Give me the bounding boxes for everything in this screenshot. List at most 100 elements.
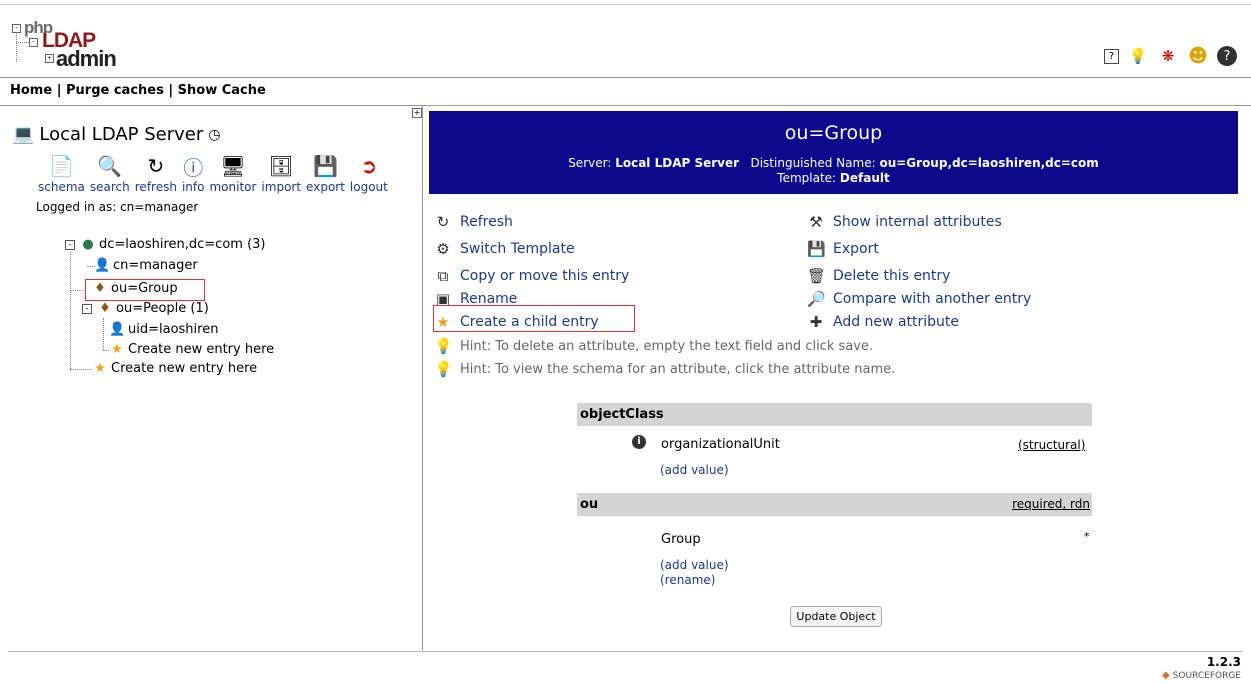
attr-header-ou[interactable]: ou required, rdn (577, 493, 1092, 516)
tree-node-group[interactable]: ♦ ou=Group (92, 281, 178, 296)
tree-box-icon: - (29, 38, 38, 47)
sourceforge-logo[interactable]: ◆ SOURCEFORGE (1162, 670, 1241, 681)
required-star: * (1084, 530, 1090, 543)
ou-value-input[interactable]: Group (661, 532, 701, 547)
toolbar-export[interactable]: 💾 export (306, 152, 345, 194)
search-icon: 🔍 (97, 154, 123, 178)
monitor-icon: 🖥 (220, 154, 246, 178)
tree-box-icon: + (45, 54, 54, 63)
toolbar-info[interactable]: ⓘ info (182, 152, 205, 195)
action-label: Create a child entry (460, 314, 599, 330)
toolbar-label: search (89, 180, 130, 194)
home-link[interactable]: Home (10, 83, 52, 98)
tree-node-label: Create new entry here (111, 361, 258, 376)
menu-bar: Home | Purge caches | Show Cache (0, 77, 1251, 106)
logout-icon: ➲ (360, 154, 378, 178)
tree-node-uid[interactable]: 👤 uid=laoshiren (109, 322, 218, 337)
tree-node-label: uid=laoshiren (128, 322, 219, 337)
info-icon[interactable]: i (632, 435, 646, 449)
schema-icon: 📄 (48, 154, 74, 178)
tree-node-label: cn=manager (113, 258, 198, 273)
toolbar-label: refresh (134, 180, 177, 194)
compare-action[interactable]: 🔎 Compare with another entry (807, 290, 1031, 308)
hint-text: Hint: To view the schema for an attribut… (460, 361, 896, 377)
switch-template-action[interactable]: ⚙ Switch Template (434, 240, 574, 258)
toolbar-refresh[interactable]: ↻ refresh (135, 152, 177, 194)
tree-node-label: ou=People (1) (116, 301, 209, 316)
help-icon[interactable]: ? (1104, 48, 1119, 64)
star-icon: ★ (436, 313, 450, 331)
attr-flags: required, rdn (1012, 493, 1090, 516)
structural-tag[interactable]: (structural) (1018, 438, 1085, 452)
star-icon: ★ (111, 342, 123, 357)
smiley-icon[interactable]: ☻ (1187, 45, 1209, 67)
export-action[interactable]: 💾 Export (807, 240, 879, 258)
hint-text: Hint: To delete an attribute, empty the … (460, 338, 874, 354)
toolbar-label: export (306, 180, 345, 194)
purge-caches-link[interactable]: Purge caches (66, 83, 164, 98)
update-object-button[interactable]: Update Object (790, 606, 882, 627)
rename-link[interactable]: (rename) (660, 573, 715, 587)
delete-action[interactable]: 🗑 Delete this entry (807, 267, 950, 285)
sourceforge-icon: ◆ (1161, 670, 1170, 681)
server-toolbar: 📄 schema 🔍 search ↻ refresh ⓘ info 🖥 monitor … (38, 152, 393, 194)
refresh-action[interactable]: ↻ Refresh (434, 213, 513, 231)
add-attribute-action[interactable]: ✚ Add new attribute (807, 313, 959, 331)
collapse-toggle-icon[interactable]: - (82, 303, 92, 314)
toolbar-logout[interactable]: ➲ logout (350, 152, 388, 194)
trash-icon: 🗑 (807, 267, 827, 285)
logo-admin: admin (56, 46, 117, 71)
server-title: 💻 Local LDAP Server ◷ (12, 124, 221, 145)
template-label: Template: (777, 171, 840, 185)
attr-name[interactable]: ou (580, 497, 598, 512)
info-icon: ⓘ (183, 155, 204, 180)
action-label: Compare with another entry (833, 291, 1032, 307)
toolbar-search[interactable]: 🔍 search (90, 152, 130, 194)
attr-header-objectclass[interactable]: objectClass (577, 403, 1092, 426)
entry-title: ou=Group (784, 122, 883, 144)
add-value-link[interactable]: (add value) (660, 558, 729, 572)
create-entry-outer[interactable]: ★ Create new entry here (92, 361, 257, 376)
collapse-toggle-icon[interactable]: - (65, 239, 75, 250)
top-divider (0, 4, 1251, 5)
info-question-icon[interactable]: ? (1217, 46, 1237, 66)
action-label: Add new attribute (833, 314, 960, 330)
show-cache-link[interactable]: Show Cache (178, 83, 266, 98)
clock-icon[interactable]: ◷ (208, 127, 220, 143)
group-icon: ♦ (94, 281, 106, 296)
template-icon: ⚙ (436, 240, 450, 258)
attr-name[interactable]: objectClass (580, 407, 664, 422)
action-label: Show internal attributes (833, 214, 1002, 230)
import-icon: 🗄 (268, 154, 294, 178)
attribute-table: objectClass (577, 403, 1092, 426)
flag-separator: , (1062, 497, 1071, 511)
collapse-panel-button[interactable]: + (412, 108, 422, 118)
person-icon: 👤 (109, 322, 126, 337)
toolbar-monitor[interactable]: 🖥 monitor (209, 152, 256, 194)
footer-divider (8, 651, 1243, 652)
tree-node-root[interactable]: - ● dc=laoshiren,dc=com (3) (65, 237, 265, 252)
compare-icon: 🔎 (807, 290, 826, 308)
dn-value: ou=Group,dc=laoshiren,dc=com (879, 156, 1099, 170)
toolbar-label: monitor (209, 180, 257, 194)
tools-icon: ⚒ (809, 213, 823, 231)
toolbar-label: logout (349, 180, 388, 194)
tree-node-people[interactable]: - ♦ ou=People (1) (82, 301, 209, 316)
tree-node-manager[interactable]: 👤 cn=manager (94, 258, 198, 273)
add-value-link[interactable]: (add value) (660, 463, 729, 477)
tree-node-label: Create new entry here (128, 342, 275, 357)
create-entry-inner[interactable]: ★ Create new entry here (109, 342, 274, 357)
action-label: Export (833, 241, 879, 257)
lightbulb-icon[interactable]: 💡 (1127, 45, 1149, 67)
export-icon: 💾 (313, 154, 338, 178)
toolbar-schema[interactable]: 📄 schema (38, 152, 85, 194)
show-internal-action[interactable]: ⚒ Show internal attributes (807, 213, 1002, 231)
action-label: Refresh (460, 214, 513, 230)
phpldapadmin-logo[interactable]: - - + php LDAP admin (12, 18, 122, 71)
template-value: Default (839, 171, 890, 185)
bug-icon[interactable]: ❋ (1157, 45, 1179, 67)
copy-move-action[interactable]: ⧉ Copy or move this entry (434, 267, 630, 285)
objectclass-value[interactable]: organizationalUnit (661, 437, 780, 452)
toolbar-import[interactable]: 🗄 import (261, 152, 301, 194)
create-child-action[interactable]: ★ Create a child entry (434, 313, 599, 331)
